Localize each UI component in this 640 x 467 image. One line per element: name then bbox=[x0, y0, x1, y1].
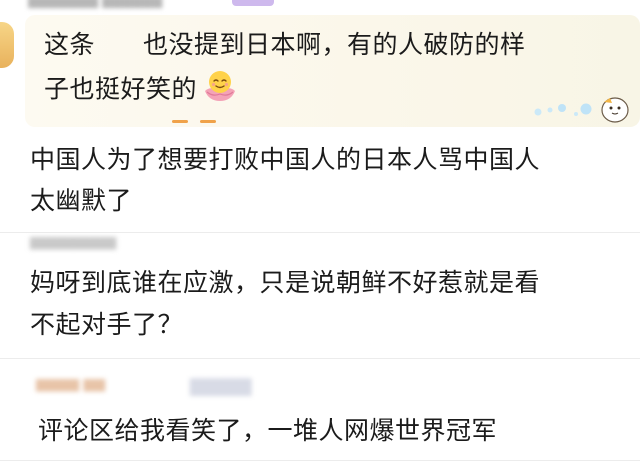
comment-2-line-2: 太幽默了 bbox=[30, 186, 133, 215]
comment-3-line-1: 妈呀到底谁在应激，只是说朝鲜不好惹就是看 bbox=[30, 268, 541, 297]
comment-1-text-after: 也没提到日本啊，有的人破防的样 bbox=[143, 30, 526, 59]
comment-1-line-1: 这条 也没提到日本啊，有的人破防的样 bbox=[44, 24, 526, 66]
comment-1-line-2-text: 子也挺好笑的 bbox=[44, 74, 198, 104]
blurred-username: ▆▆▆▆ ▆▆ bbox=[36, 376, 106, 392]
divider-accent bbox=[200, 120, 216, 123]
comment-1-text-before: 这条 bbox=[44, 30, 96, 59]
divider-accent bbox=[172, 120, 188, 123]
comment-1-line-2: 子也挺好笑的 bbox=[44, 65, 239, 116]
comment-3-line-2: 不起对手了？ bbox=[30, 310, 184, 339]
decorative-bubbles-icon bbox=[534, 97, 629, 123]
smiling-lotus-emoji-icon bbox=[201, 65, 239, 116]
comment-divider bbox=[0, 358, 640, 359]
blurred-username-top: ▆▆▆▆▆▆▆ ▆▆▆▆▆▆ bbox=[28, 0, 163, 9]
blurred-username-suffix: ▆▆▆▆ bbox=[190, 372, 252, 396]
comment-2-line-1: 中国人为了想要打败中国人的日本人骂中国人 bbox=[30, 145, 541, 174]
comment-divider bbox=[0, 232, 640, 233]
blurred-username: ▆▆▆▆▆▆▆▆ bbox=[30, 234, 117, 250]
comment-divider bbox=[0, 460, 640, 461]
avatar[interactable] bbox=[0, 22, 14, 68]
redacted-text bbox=[95, 33, 143, 59]
comment-4-line-1: 评论区给我看笑了，一堆人网爆世界冠军 bbox=[38, 416, 498, 445]
